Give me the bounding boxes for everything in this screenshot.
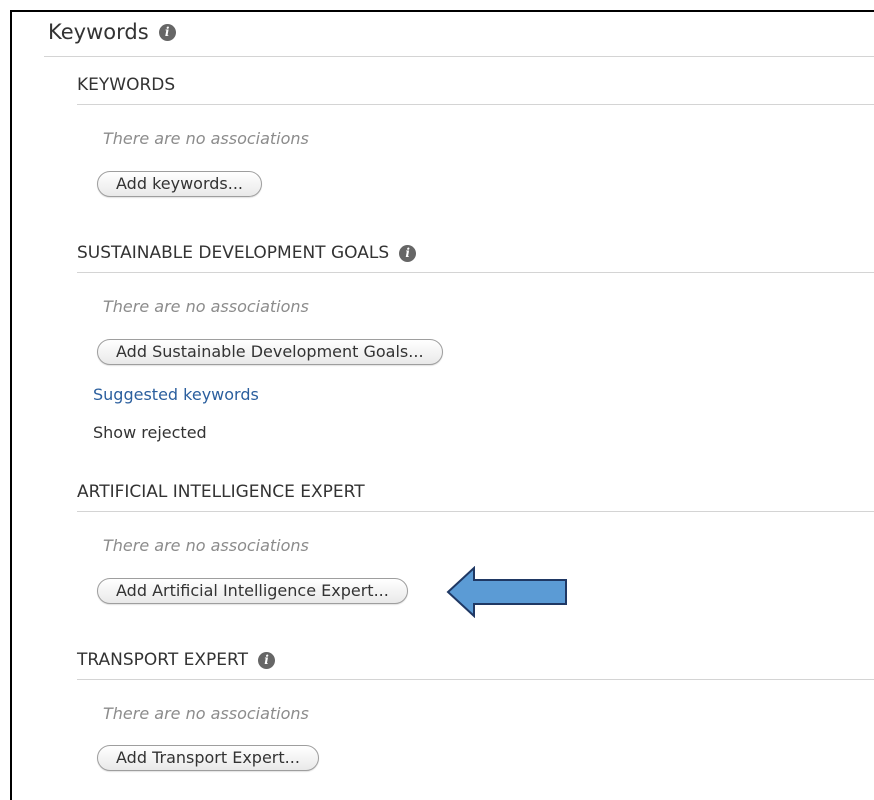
section-title-ai-expert-label: ARTIFICIAL INTELLIGENCE EXPERT bbox=[77, 482, 365, 502]
section-title-transport-expert-label: TRANSPORT EXPERT bbox=[77, 650, 248, 670]
header-divider bbox=[44, 56, 874, 57]
panel-title: Keywords bbox=[48, 20, 149, 44]
show-rejected-link[interactable]: Show rejected bbox=[93, 423, 207, 442]
section-title-ai-expert: ARTIFICIAL INTELLIGENCE EXPERT bbox=[77, 482, 365, 502]
empty-state-text: There are no associations bbox=[103, 536, 309, 555]
empty-state-text: There are no associations bbox=[103, 704, 309, 723]
section-divider bbox=[77, 679, 874, 680]
section-title-keywords: KEYWORDS bbox=[77, 75, 175, 95]
section-title-sdg-label: SUSTAINABLE DEVELOPMENT GOALS bbox=[77, 243, 390, 263]
info-icon[interactable]: i bbox=[158, 23, 176, 41]
section-title-sdg: SUSTAINABLE DEVELOPMENT GOALS i bbox=[77, 243, 417, 263]
section-divider bbox=[77, 104, 874, 105]
info-icon[interactable]: i bbox=[399, 244, 417, 262]
section-title-keywords-label: KEYWORDS bbox=[77, 75, 176, 95]
add-ai-expert-button[interactable]: Add Artificial Intelligence Expert... bbox=[97, 578, 408, 604]
empty-state-text: There are no associations bbox=[103, 297, 309, 316]
section-title-transport-expert: TRANSPORT EXPERT i bbox=[77, 650, 275, 670]
add-transport-expert-button[interactable]: Add Transport Expert... bbox=[97, 745, 319, 771]
add-keywords-button[interactable]: Add keywords... bbox=[97, 171, 262, 197]
section-divider bbox=[77, 511, 874, 512]
panel-header: Keywords i bbox=[48, 20, 176, 44]
suggested-keywords-link[interactable]: Suggested keywords bbox=[93, 385, 259, 404]
left-arrow-icon bbox=[446, 566, 567, 618]
add-sdg-button[interactable]: Add Sustainable Development Goals... bbox=[97, 339, 443, 365]
empty-state-text: There are no associations bbox=[103, 129, 309, 148]
info-icon[interactable]: i bbox=[257, 651, 275, 669]
section-divider bbox=[77, 272, 874, 273]
